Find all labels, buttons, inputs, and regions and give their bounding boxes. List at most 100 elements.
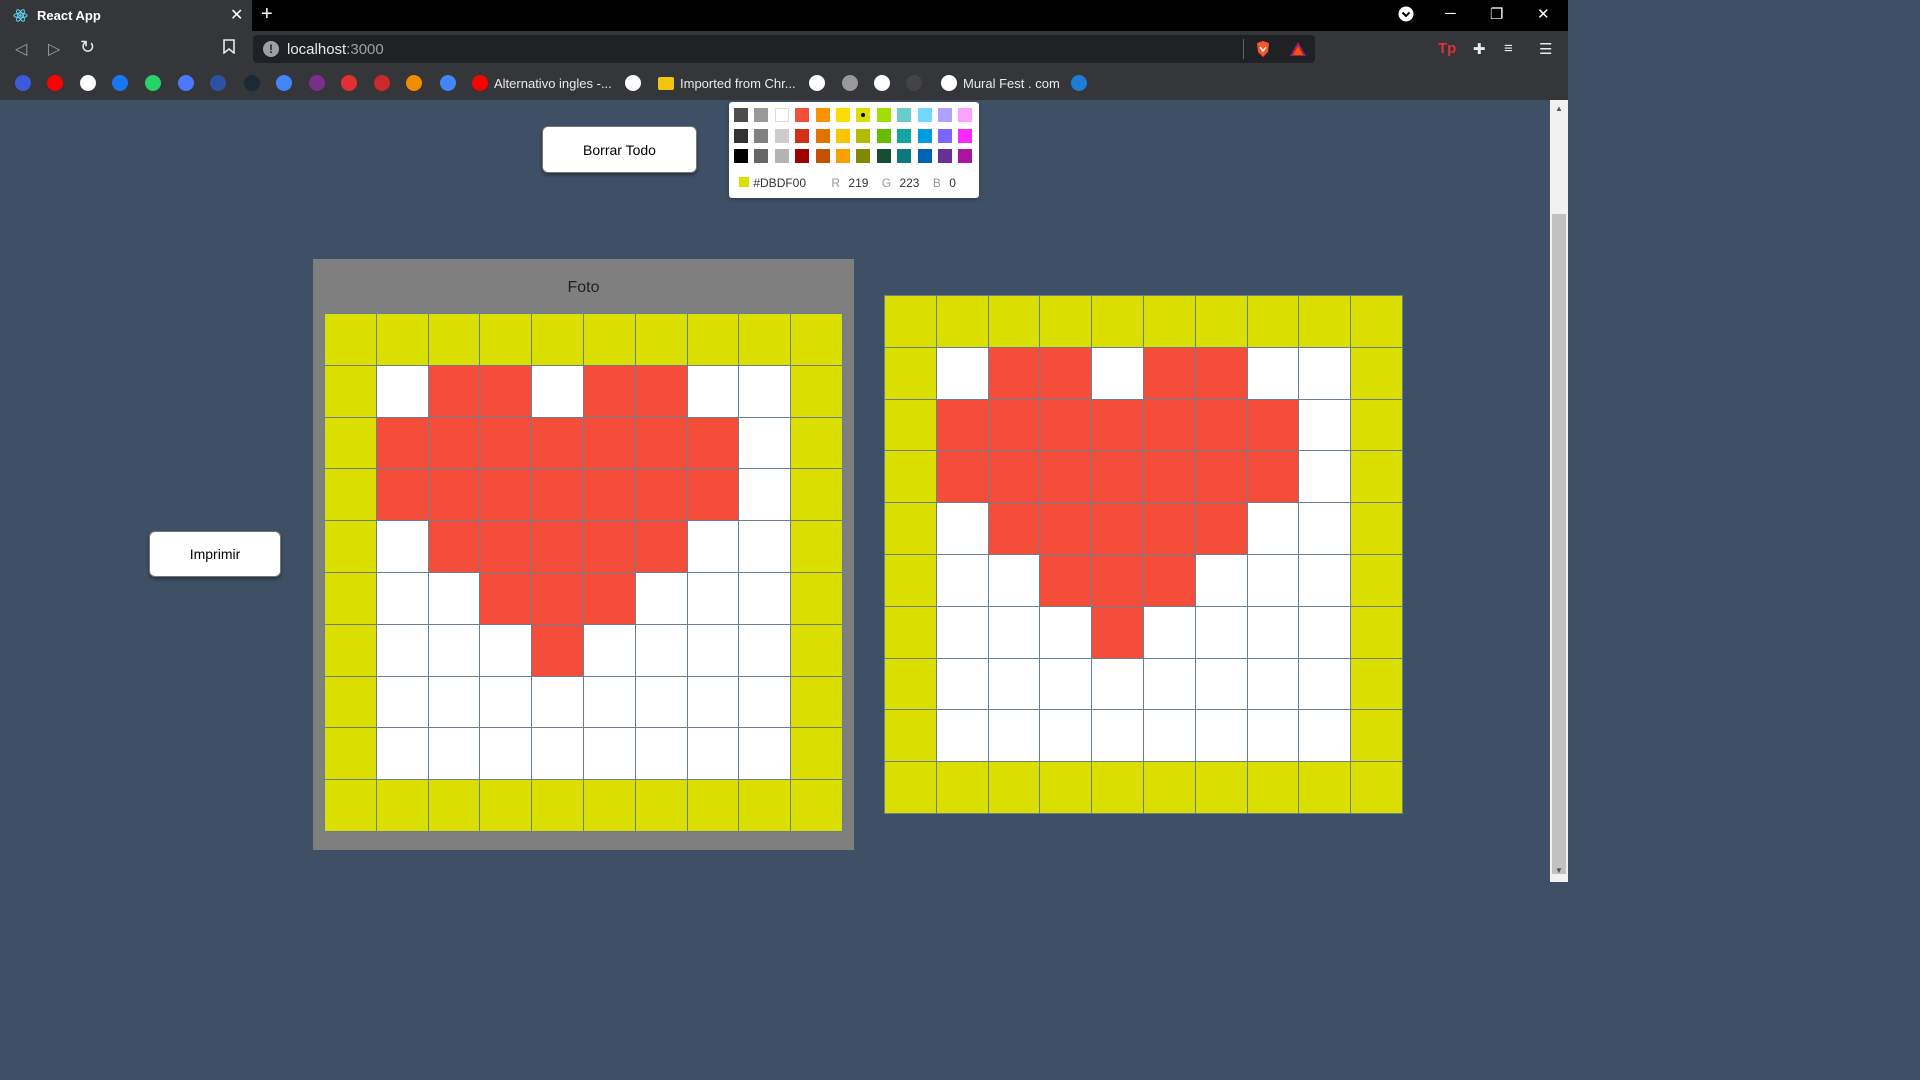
foto-pixel-cell[interactable] [635, 469, 687, 521]
drawing-pixel-cell[interactable] [885, 347, 936, 399]
foto-pixel-cell[interactable] [635, 676, 687, 728]
bookmark-youtube[interactable]: Alternativo ingles -... [472, 74, 612, 92]
drawing-pixel-cell[interactable] [1092, 296, 1143, 347]
drawing-pixel-cell[interactable] [1299, 451, 1351, 503]
b-value[interactable]: 0 [949, 176, 956, 190]
foto-pixel-cell[interactable] [791, 314, 842, 365]
drawing-pixel-cell[interactable] [885, 658, 936, 710]
page-scrollbar[interactable]: ▲ ▼ [1550, 100, 1568, 882]
drawing-pixel-cell[interactable] [1299, 399, 1351, 451]
foto-pixel-cell[interactable] [739, 624, 791, 676]
foto-pixel-cell[interactable] [428, 365, 480, 417]
drawing-pixel-cell[interactable] [1195, 347, 1247, 399]
foto-pixel-cell[interactable] [739, 365, 791, 417]
foto-pixel-cell[interactable] [635, 572, 687, 624]
foto-pixel-cell[interactable] [583, 624, 635, 676]
foto-pixel-cell[interactable] [428, 780, 480, 831]
drawing-pixel-cell[interactable] [1247, 503, 1299, 554]
foto-pixel-cell[interactable] [376, 521, 428, 572]
drawing-pixel-cell[interactable] [1247, 762, 1299, 813]
bookmark-globe[interactable] [874, 74, 890, 92]
clear-all-button[interactable]: Borrar Todo [542, 126, 697, 173]
color-swatch[interactable] [897, 149, 912, 163]
color-swatch[interactable] [795, 128, 810, 143]
foto-pixel-cell[interactable] [583, 780, 635, 831]
drawing-pixel-cell[interactable] [1040, 710, 1092, 762]
color-swatch[interactable] [856, 149, 871, 163]
scroll-up-icon[interactable]: ▲ [1555, 104, 1563, 113]
foto-pixel-cell[interactable] [325, 572, 376, 624]
color-swatch[interactable] [836, 108, 850, 122]
drawing-pixel-cell[interactable] [936, 296, 988, 347]
menu-icon[interactable]: ☰ [1539, 40, 1552, 58]
foto-pixel-cell[interactable] [480, 365, 532, 417]
drawing-pixel-cell[interactable] [1195, 606, 1247, 658]
drawing-pixel-cell[interactable] [988, 347, 1040, 399]
color-swatch[interactable] [958, 108, 973, 122]
drawing-pixel-cell[interactable] [1351, 606, 1402, 658]
color-swatch[interactable] [815, 128, 830, 143]
drawing-pixel-cell[interactable] [1092, 658, 1143, 710]
color-swatch[interactable] [815, 149, 830, 163]
drawing-pixel-cell[interactable] [1143, 347, 1195, 399]
color-swatch[interactable] [856, 128, 871, 143]
drawing-pixel-cell[interactable] [1299, 606, 1351, 658]
drawing-pixel-cell[interactable] [988, 710, 1040, 762]
bookmark-cat[interactable] [625, 74, 641, 92]
drawing-pixel-cell[interactable] [1351, 451, 1402, 503]
foto-pixel-cell[interactable] [532, 469, 583, 521]
drawing-pixel-cell[interactable] [1195, 296, 1247, 347]
foto-pixel-cell[interactable] [376, 469, 428, 521]
foto-pixel-cell[interactable] [583, 469, 635, 521]
drawing-pixel-cell[interactable] [885, 554, 936, 606]
foto-pixel-cell[interactable] [325, 676, 376, 728]
print-button[interactable]: Imprimir [149, 531, 281, 577]
drawing-pixel-cell[interactable] [936, 347, 988, 399]
foto-pixel-cell[interactable] [532, 780, 583, 831]
drawing-pixel-cell[interactable] [1351, 296, 1402, 347]
foto-pixel-cell[interactable] [532, 624, 583, 676]
foto-pixel-cell[interactable] [480, 314, 532, 365]
foto-pixel-cell[interactable] [739, 469, 791, 521]
drawing-pixel-cell[interactable] [936, 554, 988, 606]
bookmark-icon[interactable] [223, 39, 235, 59]
color-swatch[interactable] [795, 149, 810, 163]
foto-pixel-cell[interactable] [376, 676, 428, 728]
site-info-icon[interactable]: ! [263, 41, 279, 57]
color-swatch[interactable] [856, 108, 871, 122]
drawing-pixel-cell[interactable] [1040, 658, 1092, 710]
bookmark-mural[interactable]: Mural Fest . com [941, 74, 1060, 92]
drawing-pixel-cell[interactable] [1040, 554, 1092, 606]
foto-pixel-cell[interactable] [791, 728, 842, 780]
color-swatch[interactable] [917, 108, 932, 122]
foto-pixel-cell[interactable] [739, 676, 791, 728]
g-value[interactable]: 223 [899, 176, 919, 190]
close-window-button[interactable]: ✕ [1537, 5, 1550, 23]
foto-pixel-cell[interactable] [376, 728, 428, 780]
foto-pixel-cell[interactable] [428, 676, 480, 728]
drawing-pixel-cell[interactable] [988, 503, 1040, 554]
foto-pixel-cell[interactable] [635, 314, 687, 365]
reload-icon[interactable]: ↻ [80, 37, 95, 58]
drawing-pixel-cell[interactable] [988, 658, 1040, 710]
foto-pixel-cell[interactable] [532, 676, 583, 728]
drawing-pixel-cell[interactable] [1247, 296, 1299, 347]
foto-pixel-cell[interactable] [583, 521, 635, 572]
drawing-pixel-cell[interactable] [1040, 606, 1092, 658]
foto-pixel-cell[interactable] [325, 780, 376, 831]
foto-pixel-cell[interactable] [428, 624, 480, 676]
foto-pixel-cell[interactable] [376, 417, 428, 469]
bookmark-c[interactable] [15, 74, 31, 92]
drawing-pixel-cell[interactable] [936, 606, 988, 658]
color-swatch[interactable] [897, 108, 912, 122]
color-swatch[interactable] [938, 149, 952, 163]
color-swatch[interactable] [734, 149, 748, 163]
restore-button[interactable]: ❐ [1490, 5, 1503, 23]
foto-pixel-cell[interactable] [532, 417, 583, 469]
drawing-pixel-cell[interactable] [1351, 503, 1402, 554]
drawing-pixel-cell[interactable] [885, 503, 936, 554]
color-swatch[interactable] [754, 149, 769, 163]
foto-pixel-cell[interactable] [739, 314, 791, 365]
color-swatch[interactable] [917, 149, 932, 163]
foto-pixel-cell[interactable] [687, 417, 739, 469]
